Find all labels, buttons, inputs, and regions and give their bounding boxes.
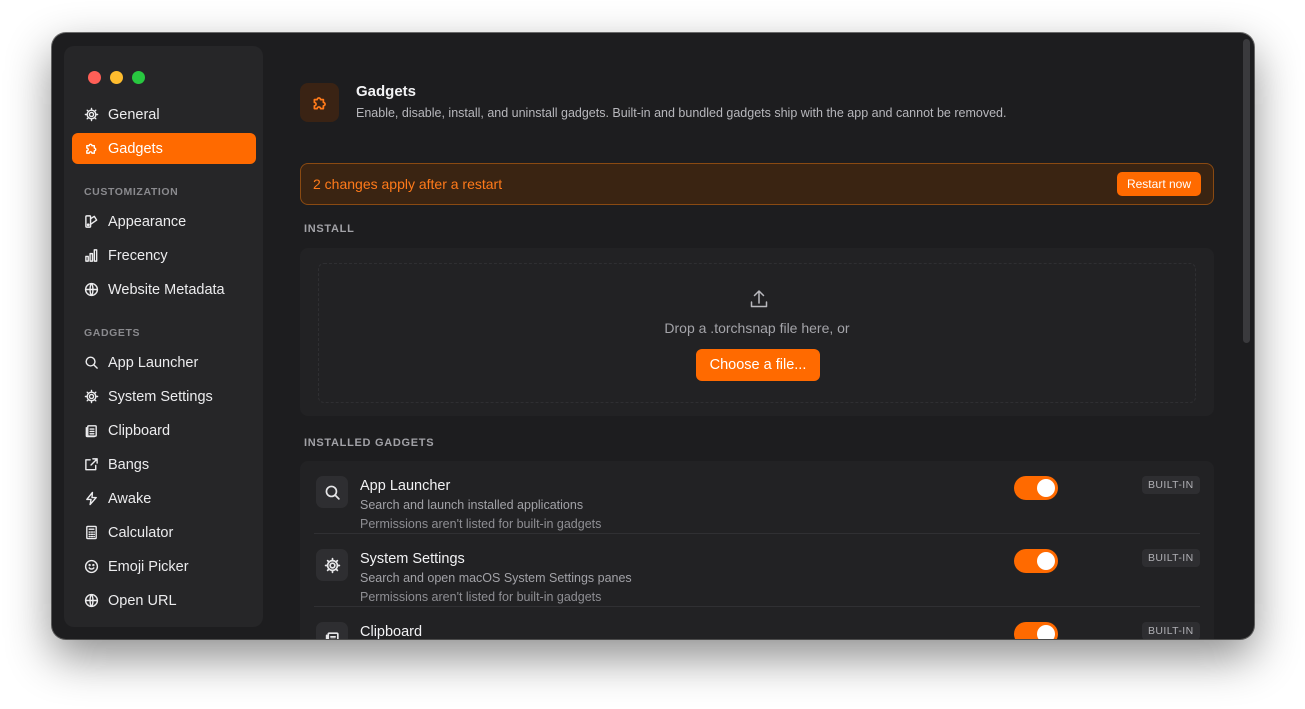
puzzle-icon xyxy=(84,141,99,156)
clipboard-icon xyxy=(84,423,99,438)
install-panel: Drop a .torchsnap file here, or Choose a… xyxy=(300,248,1214,416)
external-link-icon xyxy=(84,457,99,472)
sidebar-item-label: System Settings xyxy=(108,388,213,405)
restart-now-button[interactable]: Restart now xyxy=(1116,172,1201,196)
palette-icon xyxy=(84,214,99,229)
gear-icon xyxy=(84,389,99,404)
installed-gadgets-section-label: INSTALLED GADGETS xyxy=(304,437,435,449)
restart-banner: 2 changes apply after a restart Restart … xyxy=(300,163,1214,205)
gadget-enable-toggle[interactable] xyxy=(1014,549,1058,573)
sidebar-item-system-settings[interactable]: System Settings xyxy=(72,381,256,412)
choose-file-button[interactable]: Choose a file... xyxy=(696,349,820,381)
sidebar-item-appearance[interactable]: Appearance xyxy=(72,206,256,237)
search-icon xyxy=(84,355,99,370)
gadget-name: App Launcher xyxy=(360,478,451,494)
sidebar-item-label: Appearance xyxy=(108,213,187,230)
sidebar-item-label: Awake xyxy=(108,490,152,507)
file-dropzone[interactable]: Drop a .torchsnap file here, or Choose a… xyxy=(318,263,1196,403)
smiley-icon xyxy=(84,559,99,574)
toggle-knob xyxy=(1037,625,1055,639)
vertical-scrollbar[interactable] xyxy=(1243,39,1250,343)
gadget-permissions: Permissions aren't listed for built-in g… xyxy=(360,590,602,604)
gear-icon xyxy=(316,549,348,581)
toggle-knob xyxy=(1037,552,1055,570)
bolt-icon xyxy=(84,491,99,506)
gadget-permissions: Permissions aren't listed for built-in g… xyxy=(360,517,602,531)
gadget-row: System Settings Search and open macOS Sy… xyxy=(300,534,1214,607)
zoom-window-button[interactable] xyxy=(132,71,145,84)
sidebar-item-label: App Launcher xyxy=(108,354,199,371)
sidebar-item-calculator[interactable]: Calculator xyxy=(72,517,256,548)
customization-section-label: CUSTOMIZATION xyxy=(84,186,179,198)
gadget-description: Search and open macOS System Settings pa… xyxy=(360,571,632,585)
install-section-label: INSTALL xyxy=(304,223,355,235)
built-in-badge: BUILT-IN xyxy=(1142,549,1200,567)
puzzle-icon xyxy=(300,83,339,122)
sidebar-item-label: General xyxy=(108,106,160,123)
sidebar-item-gadgets[interactable]: Gadgets xyxy=(72,133,256,164)
sidebar: General Gadgets CUSTOMIZATION Appearance… xyxy=(64,46,263,627)
globe-icon xyxy=(84,282,99,297)
page-description: Enable, disable, install, and uninstall … xyxy=(356,106,1007,120)
gadget-enable-toggle[interactable] xyxy=(1014,622,1058,639)
gadget-description: Search and launch installed applications xyxy=(360,498,584,512)
gadget-name: Clipboard xyxy=(360,624,423,639)
restart-banner-text: 2 changes apply after a restart xyxy=(313,176,503,192)
drop-instructions: Drop a .torchsnap file here, or xyxy=(664,320,850,336)
settings-window: General Gadgets CUSTOMIZATION Appearance… xyxy=(52,33,1254,639)
sidebar-item-website-metadata[interactable]: Website Metadata xyxy=(72,274,256,305)
sidebar-item-general[interactable]: General xyxy=(72,99,256,130)
gadget-enable-toggle[interactable] xyxy=(1014,476,1058,500)
built-in-badge: BUILT-IN xyxy=(1142,476,1200,494)
sidebar-item-open-url[interactable]: Open URL xyxy=(72,585,256,616)
gadgets-section-label: GADGETS xyxy=(84,327,141,339)
sidebar-item-emoji-picker[interactable]: Emoji Picker xyxy=(72,551,256,582)
sidebar-item-clipboard[interactable]: Clipboard xyxy=(72,415,256,446)
clipboard-icon xyxy=(316,622,348,639)
sidebar-item-frecency[interactable]: Frecency xyxy=(72,240,256,271)
page-title: Gadgets xyxy=(356,83,417,100)
close-window-button[interactable] xyxy=(88,71,101,84)
upload-icon xyxy=(748,288,770,310)
sidebar-item-label: Calculator xyxy=(108,524,174,541)
calculator-icon xyxy=(84,525,99,540)
sidebar-item-label: Emoji Picker xyxy=(108,558,189,575)
gadget-row: App Launcher Search and launch installed… xyxy=(300,461,1214,534)
sidebar-item-label: Website Metadata xyxy=(108,281,225,298)
sidebar-item-label: Clipboard xyxy=(108,422,171,439)
built-in-badge: BUILT-IN xyxy=(1142,622,1200,639)
search-icon xyxy=(316,476,348,508)
gadget-name: System Settings xyxy=(360,551,465,567)
sidebar-item-label: Frecency xyxy=(108,247,168,264)
toggle-knob xyxy=(1037,479,1055,497)
sidebar-item-awake[interactable]: Awake xyxy=(72,483,256,514)
globe-icon xyxy=(84,593,99,608)
gear-icon xyxy=(84,107,99,122)
installed-gadgets-list: App Launcher Search and launch installed… xyxy=(300,461,1214,639)
gadget-row: Clipboard BUILT-IN xyxy=(300,607,1214,639)
sidebar-item-bangs[interactable]: Bangs xyxy=(72,449,256,480)
main-content: Gadgets Enable, disable, install, and un… xyxy=(282,33,1254,639)
bar-chart-icon xyxy=(84,248,99,263)
sidebar-item-label: Bangs xyxy=(108,456,150,473)
minimize-window-button[interactable] xyxy=(110,71,123,84)
sidebar-item-label: Gadgets xyxy=(108,140,163,157)
sidebar-item-app-launcher[interactable]: App Launcher xyxy=(72,347,256,378)
sidebar-item-label: Open URL xyxy=(108,592,177,609)
